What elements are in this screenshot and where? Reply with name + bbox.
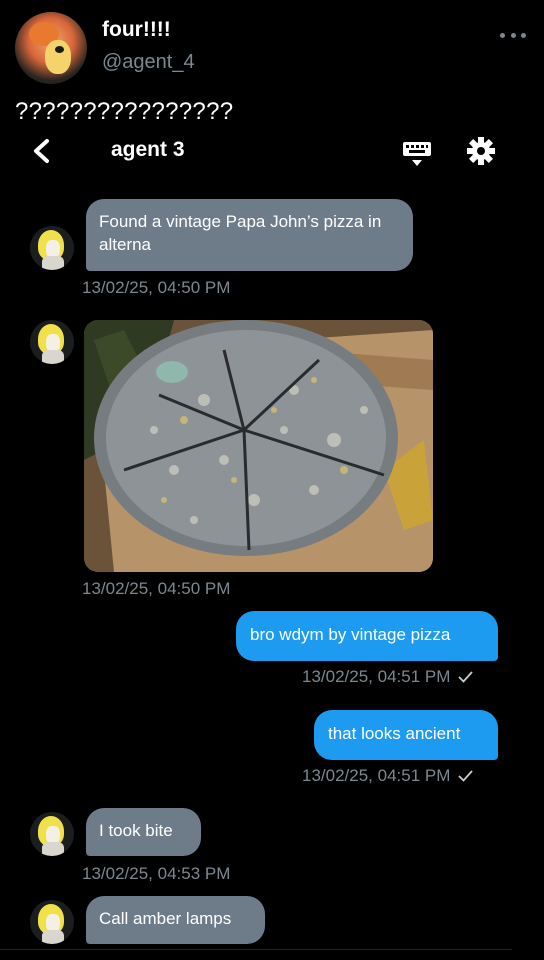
post-author-avatar[interactable] [15,12,87,84]
post-text: ???????????????? [15,98,234,125]
back-arrow-icon [34,139,49,163]
message-bubble-outgoing[interactable]: bro wdym by vintage pizza [236,611,498,661]
message-bubble-outgoing[interactable]: that looks ancient [314,710,498,760]
message-timestamp: 13/02/25, 04:50 PM [82,579,231,598]
checkmark-icon [458,671,474,683]
sender-avatar[interactable] [30,320,74,364]
pizza-photo[interactable] [84,320,433,572]
post-author-handle[interactable]: @agent_4 [102,51,195,74]
message-bubble-incoming[interactable]: Found a vintage Papa John’s pizza in alt… [86,199,413,271]
settings-gear-icon [467,137,495,165]
sender-avatar[interactable] [30,226,74,270]
message-bubble-incoming[interactable]: Call amber lamps [86,896,265,944]
post-author-name[interactable]: four!!!! [102,18,171,42]
sender-avatar[interactable] [30,812,74,856]
message-timestamp: 13/02/25, 04:51 PM [302,766,474,786]
message-bubble-incoming[interactable]: I took bite [86,808,201,856]
conversation-title: agent 3 [111,138,185,161]
message-timestamp: 13/02/25, 04:51 PM [302,667,474,687]
message-timestamp: 13/02/25, 04:50 PM [82,278,231,297]
more-horizontal-icon[interactable] [500,22,526,48]
divider [0,949,512,950]
sender-avatar[interactable] [30,900,74,944]
checkmark-icon [458,770,474,782]
message-timestamp: 13/02/25, 04:53 PM [82,864,231,883]
pizza-image [84,320,433,572]
keyboard-icon [403,142,431,166]
avatar-eye [55,46,64,53]
